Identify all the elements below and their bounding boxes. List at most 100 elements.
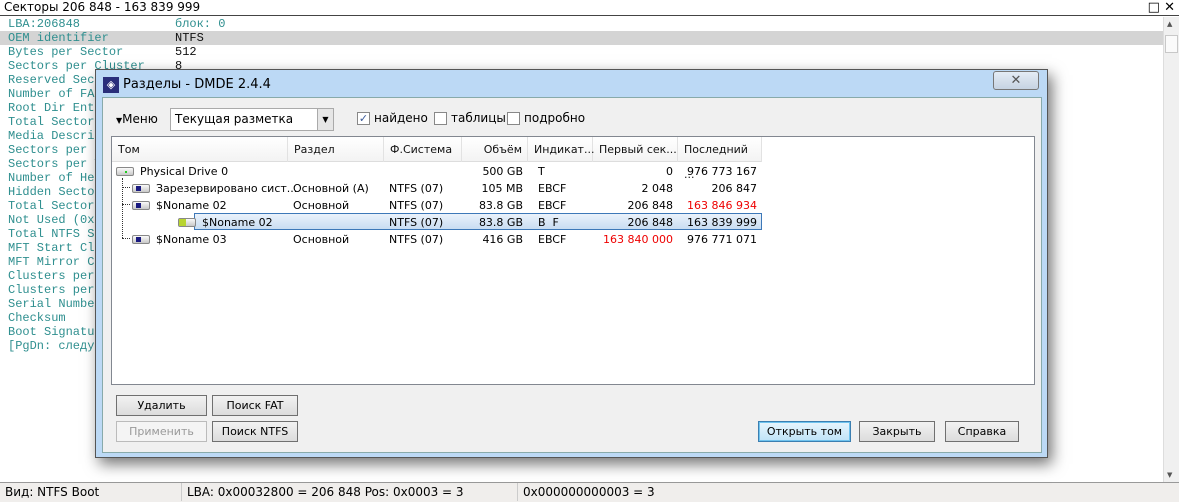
window-title: Секторы 206 848 - 163 839 999 [4,0,201,14]
cell-indicators: B F [538,216,559,229]
cell-first-sector: 206 848 [627,216,674,229]
status-lba: LBA: 0x00032800 = 206 848 Pos: 0x0003 = … [187,485,464,499]
cell-size: 416 GB [482,233,523,246]
table-row[interactable]: Physical Drive 0 500 GB T 0 976 773 167 [112,163,762,180]
chevron-down-icon[interactable]: ▼ [317,109,333,130]
dialog-close-button[interactable]: ✕ [993,71,1039,90]
cell-first-sector: 163 840 000 [603,233,673,246]
partitions-list[interactable]: Том Раздел Ф.Система Объём Индикат... Пе… [111,136,1035,385]
menu-button[interactable]: ▼Меню [116,112,158,126]
field-label: Boot Signatur [8,325,102,339]
scroll-thumb[interactable] [1165,35,1178,53]
scroll-down-icon[interactable]: ▼ [1167,471,1172,479]
cell-indicators: EBCF [538,182,567,195]
cell-indicators: T [538,165,545,178]
cell-size: 105 MB [481,182,523,195]
cell-partition: Основной [293,199,350,212]
field-label: Media Descrip [8,129,102,143]
cell-last-sector: 163 839 999 [687,216,757,229]
field-label: Total NTFS Se [8,227,102,241]
cell-size: 500 GB [482,165,523,178]
search-ntfs-button[interactable]: Поиск NTFS [212,421,298,442]
field-label: Clusters per [8,283,95,297]
window-title-bar: Секторы 206 848 - 163 839 999 □ ✕ [0,0,1179,16]
status-view: Вид: NTFS Boot [5,485,100,499]
field-label: Total Sectors [8,199,102,213]
cell-volume: Physical Drive 0 [140,165,229,178]
help-button[interactable]: Справка [945,421,1019,442]
field-label: Root Dir Entr [8,101,102,115]
physical-drive-icon [116,167,134,176]
checkbox-detailed-box[interactable] [507,112,520,125]
cell-partition: Основной [293,233,350,246]
partitions-dialog: ◈ Разделы - DMDE 2.4.4 ✕ ▼Меню Текущая р… [95,69,1048,458]
field-label: Not Used (0x0 [8,213,102,227]
field-line[interactable]: LBA:206848 блок: 0 [0,17,1163,31]
delete-button[interactable]: Удалить [116,395,207,416]
close-icon: ✕ [1010,73,1022,88]
cell-size: 83.8 GB [478,199,523,212]
table-row[interactable]: $Noname 02 NTFS (07) 83.8 GB B F 206 848 163 … [112,214,762,231]
field-value: 512 [175,45,197,59]
field-label: Checksum [8,311,66,325]
list-header: Том Раздел Ф.Система Объём Индикат... Пе… [112,137,762,181]
apply-button[interactable]: Применить [116,421,207,442]
field-label: [PgDn: следу [8,339,95,353]
field-label: Reserved Sect [8,73,102,87]
checkbox-found-box[interactable]: ✓ [357,112,370,125]
field-label: Sectors per T [8,157,102,171]
cell-volume: $Noname 03 [156,233,227,246]
column-volume[interactable]: Том [112,137,288,162]
field-label: Hidden Sector [8,185,102,199]
column-last-sector[interactable]: Последний ... [678,137,762,181]
cell-indicators: EBCF [538,233,567,246]
field-label: OEM identifier [8,31,109,45]
cell-size: 83.8 GB [478,216,523,229]
cell-indicators: EBCF [538,199,567,212]
cell-partition: Основной (A) [293,182,369,195]
cell-last-sector: 163 846 934 [687,199,757,212]
status-bar: Вид: NTFS Boot LBA: 0x00032800 = 206 848… [0,482,1179,502]
volume-icon [132,201,150,210]
field-label: Sectors per F [8,143,102,157]
field-label: MFT Start Clu [8,241,102,255]
field-label: Bytes per Sector [8,45,124,59]
checkbox-tables-box[interactable] [434,112,447,125]
status-value: 0x000000000003 = 3 [523,485,655,499]
field-label: Number of Hea [8,171,102,185]
column-size[interactable]: Объём [462,137,528,162]
cell-volume: $Noname 02 [202,216,273,229]
open-volume-button[interactable]: Открыть том [758,421,851,442]
maximize-icon[interactable]: □ [1148,0,1160,15]
scroll-up-icon[interactable]: ▲ [1167,20,1172,28]
table-row[interactable]: Зарезервировано сист... Основной (A) NTFS … [112,180,762,197]
cell-first-sector: 2 048 [641,182,674,195]
field-line[interactable]: OEM identifier NTFS [0,31,1163,45]
column-indicators[interactable]: Индикат... [528,137,594,162]
field-label: Clusters per [8,269,95,283]
cell-last-sector: 206 847 [711,182,758,195]
field-label: Serial Number [8,297,102,311]
close-icon[interactable]: ✕ [1164,0,1175,15]
field-label: MFT Mirror Cl [8,255,102,269]
field-label: LBA:206848 [8,17,81,31]
volume-icon [178,218,196,227]
search-fat-button[interactable]: Поиск FAT [212,395,298,416]
cell-filesystem: NTFS (07) [389,216,444,229]
cell-first-sector: 206 848 [627,199,674,212]
cell-filesystem: NTFS (07) [389,182,444,195]
table-row[interactable]: $Noname 03 Основной NTFS (07) 416 GB EBCF 163… [112,231,762,248]
table-row[interactable]: $Noname 02 Основной NTFS (07) 83.8 GB EBCF 20… [112,197,762,214]
column-first-sector[interactable]: Первый сек... [593,137,678,162]
field-value: блок: 0 [175,17,226,31]
cell-filesystem: NTFS (07) [389,199,444,212]
field-value: NTFS [175,31,204,45]
vertical-scrollbar[interactable]: ▲ ▼ [1163,17,1179,482]
close-button[interactable]: Закрыть [859,421,935,442]
field-line[interactable]: Bytes per Sector 512 [0,45,1163,59]
cell-last-sector: 976 773 167 [687,165,757,178]
volume-icon [132,184,150,193]
layout-select[interactable]: Текущая разметка ▼ [170,108,334,131]
column-partition[interactable]: Раздел [288,137,384,162]
column-filesystem[interactable]: Ф.Система [384,137,462,162]
